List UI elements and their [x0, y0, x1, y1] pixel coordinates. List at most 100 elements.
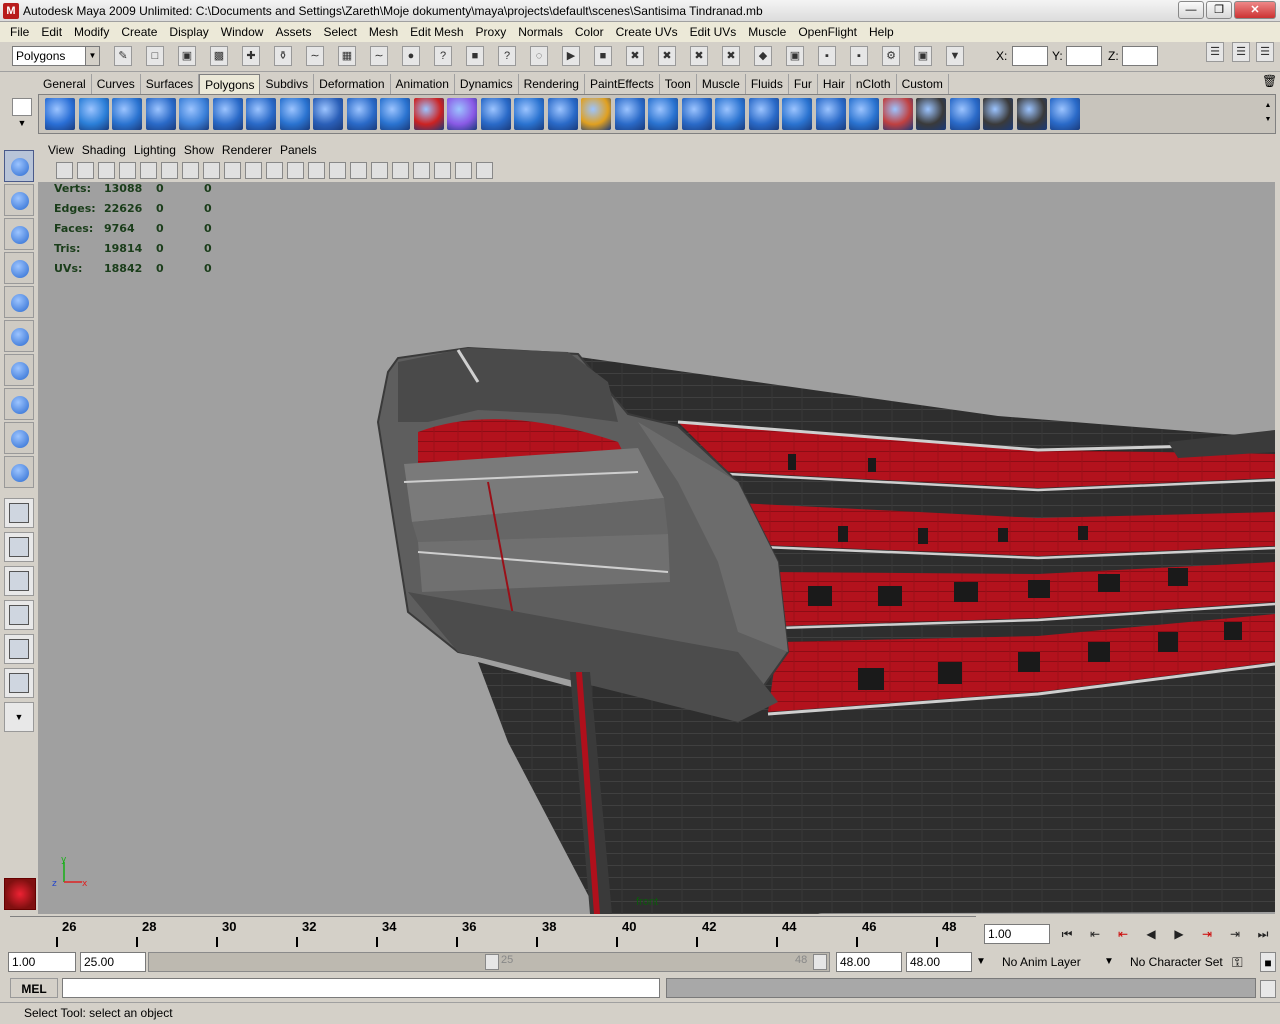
- new-scene-icon[interactable]: ✎: [114, 46, 132, 66]
- character-set-dropdown[interactable]: No Character Set: [1130, 952, 1223, 972]
- anim-layer-dropdown[interactable]: No Anim Layer: [1002, 952, 1081, 972]
- menu-display[interactable]: Display: [163, 22, 214, 42]
- anim-layer-arrow-icon[interactable]: ▼: [976, 952, 996, 972]
- gate-mask-icon[interactable]: [203, 162, 220, 179]
- construction-icon[interactable]: ◆: [754, 46, 772, 66]
- insert-edge-loop-icon[interactable]: [715, 98, 745, 130]
- shelf-tab-deformation[interactable]: Deformation: [314, 74, 391, 94]
- extrude-icon[interactable]: [581, 98, 611, 130]
- maya-logo-icon[interactable]: M: [3, 2, 19, 19]
- make-live-icon[interactable]: ■: [466, 46, 484, 66]
- split-polygon-icon[interactable]: [681, 98, 712, 130]
- last-tool-icon[interactable]: [4, 456, 34, 488]
- cylindrical-mapping-icon[interactable]: [983, 98, 1013, 130]
- panel-menu-shading[interactable]: Shading: [78, 143, 130, 157]
- save-scene-icon[interactable]: ▣: [178, 46, 196, 66]
- snap-curve-icon[interactable]: ∼: [370, 46, 388, 66]
- shelf-tab-general[interactable]: General: [38, 74, 92, 94]
- shelf-tab-animation[interactable]: Animation: [391, 74, 455, 94]
- wedge-icon[interactable]: [882, 98, 913, 130]
- tool-settings-icon[interactable]: ☰: [1256, 42, 1274, 62]
- animation-preferences-icon[interactable]: ■: [1260, 952, 1276, 972]
- frame-selection-icon[interactable]: [455, 162, 472, 179]
- persp-graph-layout-icon[interactable]: [4, 600, 34, 630]
- layout-menu-icon[interactable]: ▼: [4, 702, 34, 732]
- channel-box-toggle-icon[interactable]: ☰: [1206, 42, 1224, 62]
- shelf-tab-ncloth[interactable]: nCloth: [851, 74, 897, 94]
- xray-icon[interactable]: [392, 162, 409, 179]
- rotate-tool-icon[interactable]: [4, 286, 34, 318]
- menu-muscle[interactable]: Muscle: [742, 22, 792, 42]
- magnet-icon[interactable]: ✖: [626, 46, 644, 66]
- poly-cube-icon[interactable]: [78, 98, 109, 130]
- safe-action-icon[interactable]: [245, 162, 262, 179]
- boolean-difference-icon[interactable]: [480, 98, 511, 130]
- scale-tool-icon[interactable]: [4, 320, 34, 352]
- magnet-icon[interactable]: ✖: [658, 46, 676, 66]
- render-icon[interactable]: ▪: [818, 46, 836, 66]
- menu-edit-uvs[interactable]: Edit UVs: [684, 22, 743, 42]
- menu-normals[interactable]: Normals: [512, 22, 569, 42]
- close-button[interactable]: ✕: [1234, 1, 1276, 19]
- shelf-tab-painteffects[interactable]: PaintEffects: [585, 74, 660, 94]
- append-polygon-icon[interactable]: [648, 98, 678, 130]
- magnet-icon[interactable]: ✖: [690, 46, 708, 66]
- render-settings-icon[interactable]: ⚙: [882, 46, 900, 66]
- collapse-icon[interactable]: [849, 98, 879, 130]
- shelf-tab-custom[interactable]: Custom: [897, 74, 949, 94]
- shelf-tab-subdivs[interactable]: Subdivs: [260, 74, 315, 94]
- keep-faces-together-icon[interactable]: [782, 98, 812, 130]
- image-plane-icon[interactable]: [119, 162, 136, 179]
- play-backwards-icon[interactable]: ◀: [1140, 924, 1162, 944]
- go-to-start-icon[interactable]: ⏮: [1056, 924, 1078, 944]
- time-slider[interactable]: 26 28 30 32 34 36 38 40 42 44 46 48: [10, 916, 976, 950]
- select-highlight-icon[interactable]: ▶: [562, 46, 580, 66]
- snap-plane-icon[interactable]: ?: [434, 46, 452, 66]
- menu-edit[interactable]: Edit: [35, 22, 68, 42]
- poly-torus-icon[interactable]: [212, 98, 243, 130]
- open-scene-icon[interactable]: □: [146, 46, 164, 66]
- z-field[interactable]: [1122, 46, 1158, 66]
- menu-create-uvs[interactable]: Create UVs: [610, 22, 684, 42]
- input-icon[interactable]: ▣: [786, 46, 804, 66]
- four-pane-layout-icon[interactable]: [4, 532, 34, 562]
- animation-start-field[interactable]: 1.00: [8, 952, 76, 972]
- film-gate-icon[interactable]: [161, 162, 178, 179]
- ipr-icon[interactable]: ▪: [850, 46, 868, 66]
- history-icon[interactable]: ■: [594, 46, 612, 66]
- lock-icon[interactable]: ◌: [530, 46, 548, 66]
- bookmarks-icon[interactable]: [98, 162, 115, 179]
- key-icon[interactable]: ⚿: [1232, 952, 1243, 972]
- y-field[interactable]: [1066, 46, 1102, 66]
- shelf-menu-arrow-icon[interactable]: ▼: [12, 118, 32, 134]
- frame-all-icon[interactable]: [434, 162, 451, 179]
- step-forward-key-icon[interactable]: ⇥: [1196, 924, 1218, 944]
- show-manipulator-icon[interactable]: [4, 422, 34, 454]
- viewport-front[interactable]: Verts: 13088 0 0 Edges: 22626 0 0 Faces: 9764 0 0 Tr…: [38, 182, 1275, 914]
- poly-soccer-ball-icon[interactable]: [313, 98, 343, 130]
- field-chart-icon[interactable]: [224, 162, 241, 179]
- panel-menu-show[interactable]: Show: [180, 143, 218, 157]
- boolean-union-icon[interactable]: [447, 98, 477, 130]
- resolution-gate-icon[interactable]: [182, 162, 199, 179]
- script-language-toggle[interactable]: MEL: [10, 978, 58, 998]
- maximize-button[interactable]: ❐: [1206, 1, 1232, 19]
- smooth-shade-icon[interactable]: [287, 162, 304, 179]
- poly-cylinder-icon[interactable]: [112, 98, 142, 130]
- automatic-mapping-icon[interactable]: [1050, 98, 1080, 130]
- soft-modification-icon[interactable]: [4, 388, 34, 420]
- separate-icon[interactable]: [380, 98, 410, 130]
- combine-icon[interactable]: [346, 98, 377, 130]
- hypershade-persp-layout-icon[interactable]: [4, 668, 34, 698]
- isolate-select-icon[interactable]: [413, 162, 430, 179]
- range-slider[interactable]: 25 48: [148, 952, 830, 972]
- poly-sphere-icon[interactable]: [45, 98, 75, 130]
- shelf-scroll-arrows[interactable]: ▲ ▼: [1263, 99, 1273, 129]
- go-to-end-icon[interactable]: ⏭: [1252, 924, 1274, 944]
- step-back-key-icon[interactable]: ⇤: [1112, 924, 1134, 944]
- expand-icon[interactable]: ▼: [946, 46, 964, 66]
- shelf-tab-fur[interactable]: Fur: [789, 74, 818, 94]
- menu-create[interactable]: Create: [115, 22, 163, 42]
- trash-icon[interactable]: 🗑: [1262, 74, 1277, 90]
- shelf-tab-dynamics[interactable]: Dynamics: [455, 74, 519, 94]
